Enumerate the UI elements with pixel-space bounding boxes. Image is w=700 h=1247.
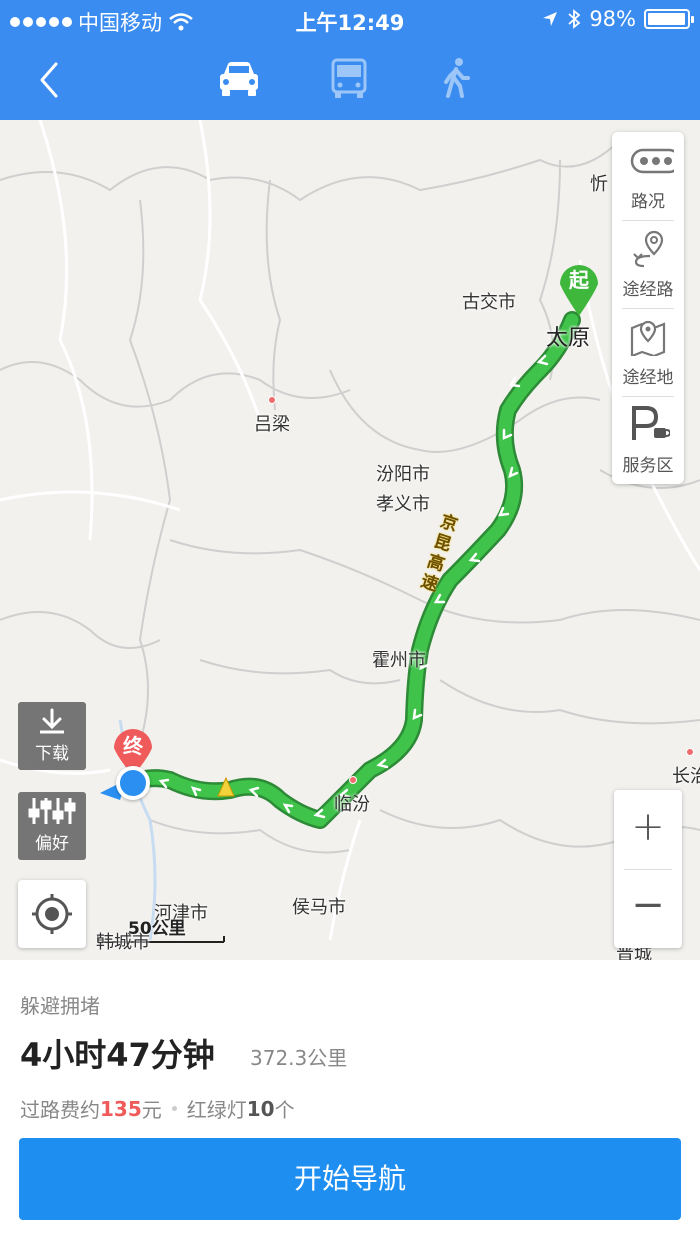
battery-percent: 98% (589, 7, 636, 31)
city-gujiao: 古交市 (462, 292, 516, 313)
download-icon (40, 708, 64, 734)
city-dot-changzhi (686, 748, 694, 756)
city-dot-lvliang (268, 396, 276, 404)
start-marker[interactable]: 起 (556, 258, 602, 318)
route-summary-sheet: 躲避拥堵 4小时47分钟 372.3公里 过路费约 135 元 红绿灯 10 个… (0, 960, 700, 1247)
preference-button[interactable]: 偏好 (18, 792, 86, 860)
bus-icon[interactable] (324, 56, 374, 102)
city-changzhi: 长治 (672, 766, 700, 787)
locate-button[interactable] (18, 880, 86, 948)
lights-prefix: 红绿灯 (186, 1098, 247, 1122)
download-button[interactable]: 下载 (18, 702, 86, 770)
nav-bar (0, 40, 700, 120)
tool-via-road-label: 途经路 (622, 280, 674, 300)
bluetooth-icon (568, 9, 581, 29)
via-place-icon (630, 320, 666, 356)
battery-fill (648, 13, 686, 25)
route-distance: 372.3公里 (250, 1046, 348, 1070)
start-navigation-button[interactable]: 开始导航 (19, 1138, 681, 1220)
battery-icon (644, 9, 694, 29)
separator-dot (171, 1106, 177, 1111)
city-xiaoyi: 孝义市 (376, 494, 430, 515)
via-road-icon (633, 230, 664, 268)
zoom-control: + − (614, 790, 682, 948)
map-scale: 50公里 (96, 898, 226, 948)
city-linfen: 临汾 (334, 794, 370, 815)
status-bar: 中国移动 上午12:49 98% (0, 0, 700, 40)
download-label: 下载 (35, 744, 69, 764)
tool-traffic-label: 路况 (631, 192, 665, 212)
zoom-in-button[interactable]: + (614, 790, 682, 868)
status-right: 98% (541, 7, 694, 31)
tool-traffic[interactable]: 路况 (612, 132, 684, 220)
car-icon[interactable] (214, 56, 264, 102)
scale-label: 50公里 (128, 919, 186, 939)
route-costs: 过路费约 135 元 红绿灯 10 个 (20, 1094, 295, 1123)
toll-suffix: 元 (141, 1098, 162, 1122)
preference-label: 偏好 (35, 834, 69, 854)
city-xin: 忻 (590, 174, 608, 195)
lights-value: 10 (246, 1096, 275, 1121)
map-canvas (0, 120, 700, 943)
city-dot-linfen (349, 776, 357, 784)
zoom-out-button[interactable]: − (614, 870, 682, 948)
traffic-icon (630, 148, 674, 174)
tool-service-area[interactable]: 服务区 (612, 396, 684, 484)
zoom-out-label: − (631, 882, 665, 928)
locate-icon (32, 894, 72, 934)
location-arrow-icon (543, 12, 558, 26)
tool-via-road[interactable]: 途经路 (612, 220, 684, 308)
back-arrow-icon[interactable] (28, 58, 72, 102)
city-lvliang: 吕梁 (254, 414, 290, 435)
city-taiyuan: 太原 (546, 326, 591, 351)
city-houma: 侯马市 (292, 897, 346, 918)
zoom-in-label: + (631, 804, 665, 850)
end-marker-label: 终 (123, 734, 143, 758)
tool-via-place-label: 途经地 (622, 368, 674, 388)
toll-prefix: 过路费约 (20, 1098, 100, 1122)
lights-suffix: 个 (274, 1098, 295, 1122)
map-tools-panel: 路况 途经路 途经地 服务区 (612, 132, 684, 484)
tool-via-place[interactable]: 途经地 (612, 308, 684, 396)
walk-icon[interactable] (432, 56, 482, 102)
equalizer-icon (28, 798, 76, 824)
city-huozhou: 霍州市 (372, 650, 426, 671)
tool-service-area-label: 服务区 (622, 456, 674, 476)
map-view[interactable]: 忻 古交市 太原 吕梁 汾阳市 孝义市 霍州市 临汾 侯马市 河津市 韩城市 长… (0, 120, 700, 960)
route-strategy[interactable]: 躲避拥堵 (20, 990, 100, 1019)
toll-value: 135 (100, 1096, 142, 1121)
route-duration: 4小时47分钟 (20, 1036, 215, 1074)
current-location-dot (116, 766, 150, 800)
service-area-icon (632, 406, 670, 440)
city-fenyang: 汾阳市 (376, 464, 430, 485)
start-marker-label: 起 (569, 268, 589, 292)
